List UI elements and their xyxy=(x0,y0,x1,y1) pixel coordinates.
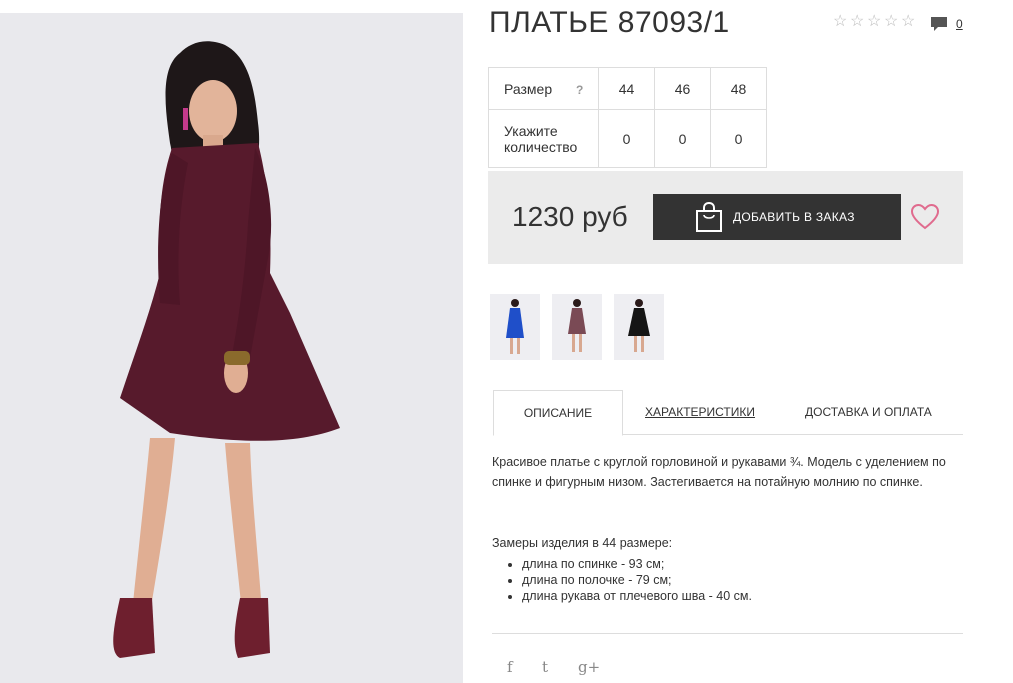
twitter-icon[interactable]: t xyxy=(542,658,548,676)
dress-thumbnail-image xyxy=(628,299,650,352)
shopping-bag-icon xyxy=(696,202,722,232)
product-description: Красивое платье с круглой горловиной и р… xyxy=(492,455,946,489)
tab-characteristics[interactable]: ХАРАКТЕРИСТИКИ xyxy=(645,390,755,434)
dress-thumbnail-image xyxy=(506,299,524,354)
add-to-order-label: ДОБАВИТЬ В ЗАКАЗ xyxy=(733,210,855,224)
star-icon[interactable]: ☆ xyxy=(833,14,849,30)
product-main-photo[interactable] xyxy=(0,13,463,683)
buy-box: 1230 руб ДОБАВИТЬ В ЗАКАЗ xyxy=(488,171,963,264)
thumbnail-black-dress[interactable] xyxy=(614,294,664,360)
comment-icon[interactable] xyxy=(930,16,948,32)
add-to-order-button[interactable]: ДОБАВИТЬ В ЗАКАЗ xyxy=(653,194,901,240)
tab-delivery-payment[interactable]: ДОСТАВКА И ОПЛАТА xyxy=(805,390,932,434)
list-item: длина по спинке - 93 см; xyxy=(522,556,752,572)
divider xyxy=(492,633,963,634)
star-icon[interactable]: ☆ xyxy=(901,14,917,30)
size-help-icon[interactable]: ? xyxy=(576,83,583,97)
size-option-48[interactable]: 48 xyxy=(710,67,767,110)
thumbnail-blue-dress[interactable] xyxy=(490,294,540,360)
list-item: длина рукава от плечевого шва - 40 см. xyxy=(522,588,752,604)
heart-icon[interactable] xyxy=(911,204,939,230)
model-illustration xyxy=(0,13,463,683)
rating-stars[interactable]: ☆ ☆ ☆ ☆ ☆ xyxy=(833,14,917,30)
facebook-icon[interactable]: f xyxy=(507,658,513,676)
size-option-44[interactable]: 44 xyxy=(598,67,655,110)
size-label: Размер xyxy=(504,80,553,97)
thumbnail-burgundy-dress[interactable] xyxy=(552,294,602,360)
star-icon[interactable]: ☆ xyxy=(867,14,883,30)
comment-count-link[interactable]: 0 xyxy=(956,17,963,31)
product-tabs: ОПИСАНИЕ ХАРАКТЕРИСТИКИ ДОСТАВКА И ОПЛАТ… xyxy=(493,390,963,436)
quantity-input-48[interactable]: 0 xyxy=(710,109,767,168)
size-label-cell: Размер ? xyxy=(488,67,599,110)
measures-title: Замеры изделия в 44 размере: xyxy=(492,536,673,550)
quantity-label: Укажите количество xyxy=(488,109,599,168)
list-item: длина по полочке - 79 см; xyxy=(522,572,752,588)
quantity-input-46[interactable]: 0 xyxy=(654,109,711,168)
star-icon[interactable]: ☆ xyxy=(884,14,900,30)
google-plus-icon[interactable]: g+ xyxy=(578,658,600,676)
size-option-46[interactable]: 46 xyxy=(654,67,711,110)
product-title: ПЛАТЬЕ 87093/1 xyxy=(489,6,730,39)
thumbnail-gallery xyxy=(490,294,664,360)
tab-description[interactable]: ОПИСАНИЕ xyxy=(493,390,623,436)
measures-list: длина по спинке - 93 см; длина по полочк… xyxy=(492,556,752,604)
star-icon[interactable]: ☆ xyxy=(850,14,866,30)
size-table: Размер ? 44 46 48 Укажите количество 0 0… xyxy=(488,67,767,168)
price: 1230 руб xyxy=(512,201,628,232)
dress-thumbnail-image xyxy=(568,299,586,352)
quantity-input-44[interactable]: 0 xyxy=(598,109,655,168)
